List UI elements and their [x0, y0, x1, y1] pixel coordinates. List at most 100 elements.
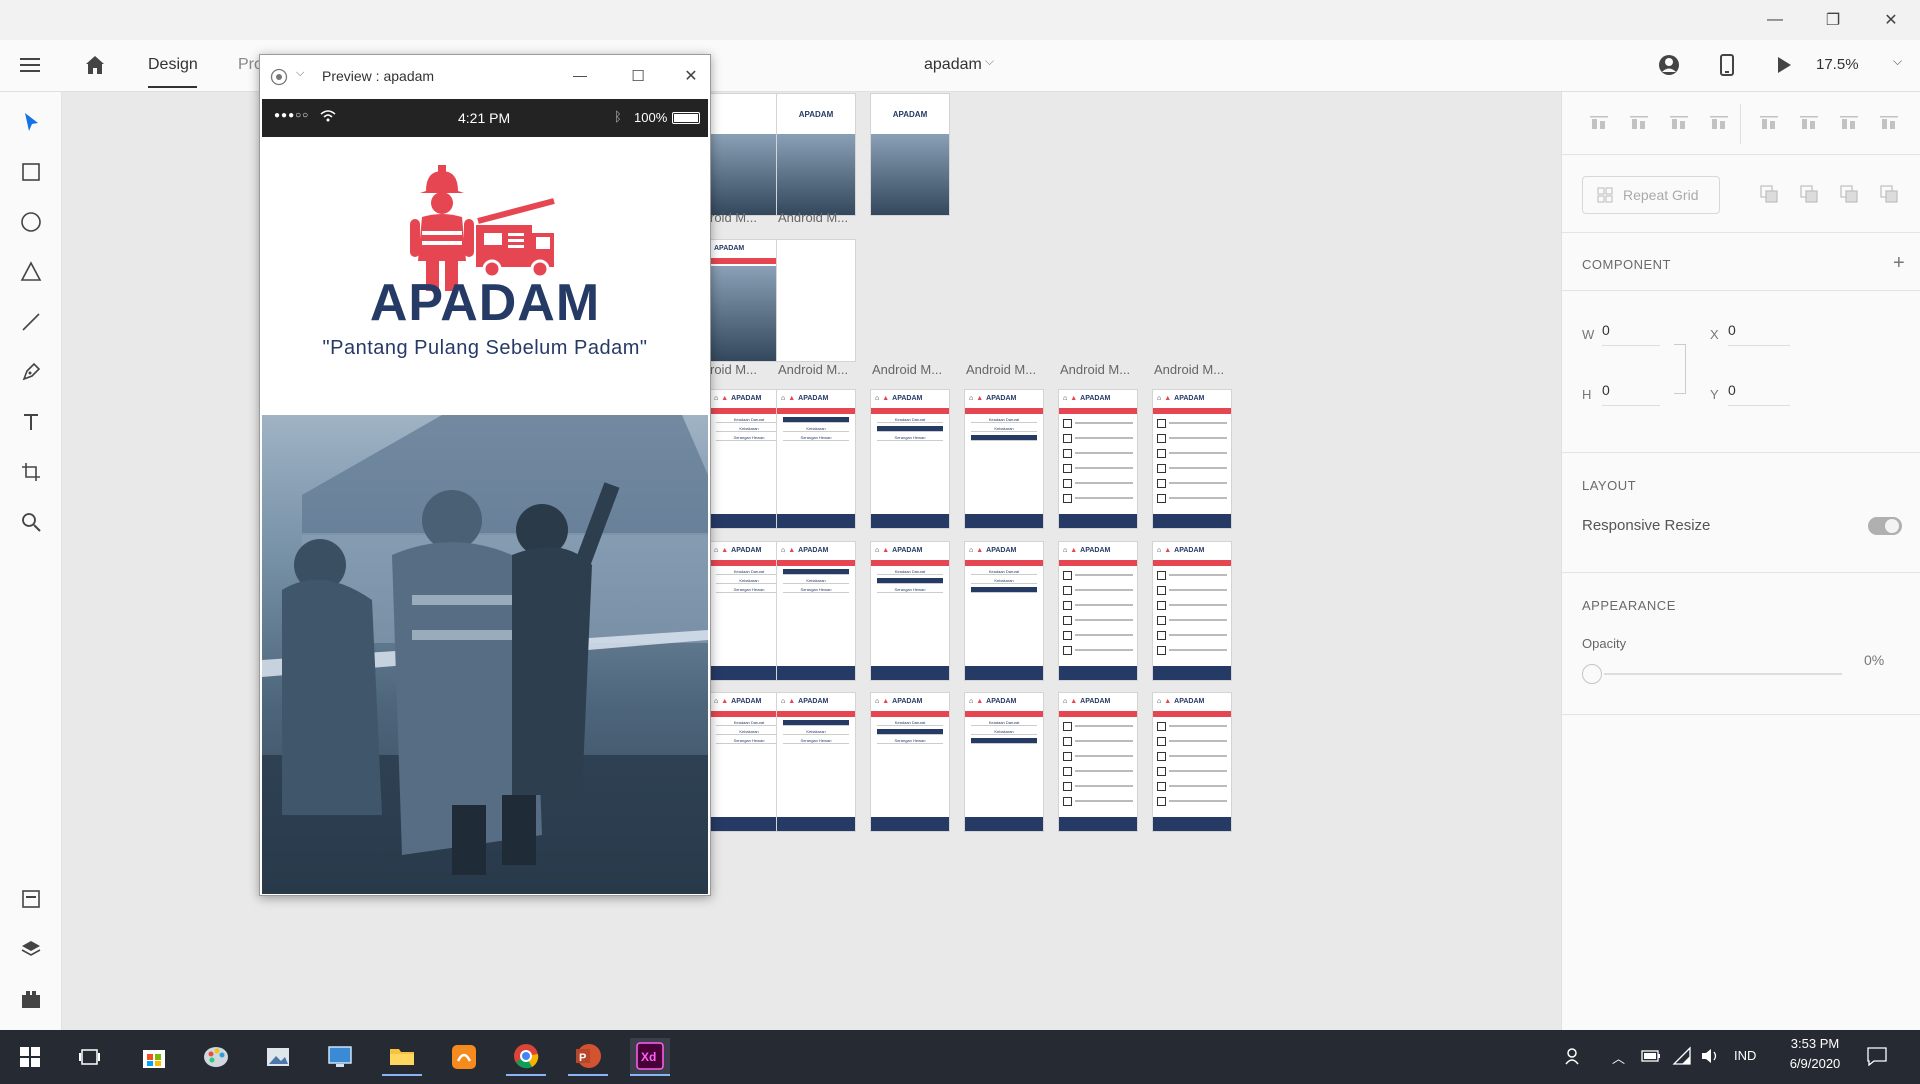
polygon-tool[interactable]	[15, 256, 47, 288]
add-component-button[interactable]: +	[1893, 252, 1905, 275]
preview-window[interactable]: ⌵ Preview : apadam — ☐ ✕ ●●●○○ 4:21 PM ᛒ…	[259, 54, 711, 896]
play-preview-button[interactable]	[1774, 53, 1794, 77]
artboard-menu-screen[interactable]: ⌂ ▲ APADAM Keadaan Darurat Kebakaran Serangan…	[871, 542, 949, 680]
restore-button[interactable]: ❐	[1810, 8, 1856, 32]
repeat-grid-button[interactable]: Repeat Grid	[1582, 176, 1720, 214]
plugins-icon	[22, 991, 40, 1008]
bottom-nav	[1153, 666, 1231, 680]
clock-time[interactable]: 3:53 PM	[1780, 1036, 1850, 1051]
boolean-operation-button[interactable]	[1759, 184, 1779, 204]
menu-item: Kebakaran	[877, 426, 943, 432]
lock-aspect-ratio-button[interactable]	[1674, 344, 1686, 394]
align-button[interactable]	[1879, 114, 1899, 134]
chevron-down-icon[interactable]: ⌵	[985, 54, 994, 69]
ellipse-tool[interactable]	[15, 206, 47, 238]
wifi-tray-icon[interactable]	[1672, 1046, 1692, 1071]
artboard-menu-screen[interactable]: ⌂ ▲ APADAM	[1059, 390, 1137, 528]
assets-panel-button[interactable]	[15, 883, 47, 915]
align-button[interactable]	[1589, 114, 1609, 134]
close-window-button[interactable]: ✕	[1868, 8, 1914, 32]
menu-item: Keadaan Darurat	[971, 417, 1037, 423]
plugins-panel-button[interactable]	[15, 983, 47, 1015]
minimize-button[interactable]: —	[1752, 8, 1798, 32]
width-field[interactable]: 0	[1602, 314, 1660, 346]
chevron-down-icon[interactable]: ⌵	[296, 67, 304, 80]
chevron-up-icon[interactable]: ︿	[1612, 1048, 1625, 1067]
uc-browser-app[interactable]	[444, 1038, 484, 1076]
artboard-login-1[interactable]: APADAM	[777, 94, 855, 215]
preview-minimize-button[interactable]: —	[560, 67, 600, 87]
photos-app[interactable]	[258, 1038, 298, 1076]
file-explorer-app[interactable]	[382, 1038, 422, 1076]
artboard-menu-screen[interactable]: ⌂ ▲ APADAM	[1153, 390, 1231, 528]
artboard-menu-screen[interactable]: ⌂ ▲ APADAM Keadaan Darurat Kebakaran Serangan…	[871, 390, 949, 528]
share-user-button[interactable]	[1657, 53, 1681, 77]
boolean-operation-button[interactable]	[1879, 184, 1899, 204]
select-tool[interactable]	[15, 106, 47, 138]
artboard-menu-screen[interactable]: ⌂ ▲ APADAM	[1059, 542, 1137, 680]
boolean-operation-button[interactable]	[1799, 184, 1819, 204]
line-tool[interactable]	[15, 306, 47, 338]
artboard-login-2[interactable]: APADAM	[871, 94, 949, 215]
clock-date[interactable]: 6/9/2020	[1780, 1056, 1850, 1071]
x-field[interactable]: 0	[1728, 314, 1790, 346]
artboard-tool[interactable]	[15, 456, 47, 488]
responsive-resize-label: Responsive Resize	[1582, 517, 1711, 534]
home-button[interactable]	[83, 53, 107, 77]
powerpoint-app[interactable]: P	[568, 1038, 608, 1076]
artboard-menu-screen[interactable]: ⌂ ▲ APADAM Keadaan Darurat Kebakaran Serangan…	[777, 693, 855, 831]
artboard-menu-screen[interactable]: ⌂ ▲ APADAM Keadaan Darurat Kebakaran Serangan…	[965, 542, 1043, 680]
notification-icon	[1867, 1047, 1887, 1067]
preview-maximize-button[interactable]: ☐	[618, 67, 658, 87]
artboard-menu-screen[interactable]: ⌂ ▲ APADAM	[1153, 542, 1231, 680]
language-indicator[interactable]: IND	[1734, 1048, 1756, 1063]
align-button[interactable]	[1629, 114, 1649, 134]
align-button[interactable]	[1839, 114, 1859, 134]
record-button[interactable]	[270, 68, 288, 86]
start-button[interactable]	[10, 1038, 50, 1076]
zoom-tool[interactable]	[15, 506, 47, 538]
artboard-menu-screen[interactable]: ⌂ ▲ APADAM Keadaan Darurat Kebakaran Serangan…	[871, 693, 949, 831]
boolean-operation-button[interactable]	[1839, 184, 1859, 204]
height-field[interactable]: 0	[1602, 374, 1660, 406]
volume-icon[interactable]	[1700, 1046, 1720, 1071]
people-icon[interactable]	[1564, 1046, 1584, 1071]
task-view-button[interactable]	[70, 1038, 110, 1076]
artboard-menu-screen[interactable]: ⌂ ▲ APADAM	[1059, 693, 1137, 831]
tab-design[interactable]: Design	[148, 56, 198, 74]
opacity-slider-track[interactable]	[1604, 673, 1842, 675]
artboard-menu-screen[interactable]: ⌂ ▲ APADAM Keadaan Darurat Kebakaran Serangan…	[965, 390, 1043, 528]
hamburger-menu-button[interactable]	[20, 55, 42, 75]
layers-panel-button[interactable]	[15, 933, 47, 965]
artboard-menu-screen[interactable]: ⌂ ▲ APADAM Keadaan Darurat Kebakaran Serangan…	[777, 390, 855, 528]
align-button[interactable]	[1669, 114, 1689, 134]
opacity-slider-handle[interactable]	[1582, 664, 1602, 684]
artboard-blank[interactable]	[777, 240, 855, 361]
document-title[interactable]: apadam	[924, 56, 982, 74]
paint-app[interactable]	[196, 1038, 236, 1076]
store-app[interactable]	[134, 1038, 174, 1076]
align-button[interactable]	[1759, 114, 1779, 134]
responsive-resize-toggle[interactable]	[1868, 517, 1902, 535]
align-button[interactable]	[1709, 114, 1729, 134]
artboard-menu-screen[interactable]: ⌂ ▲ APADAM	[1153, 693, 1231, 831]
chrome-app[interactable]	[506, 1038, 546, 1076]
text-tool[interactable]	[15, 406, 47, 438]
zoom-level[interactable]: 17.5%	[1816, 56, 1859, 73]
rectangle-tool[interactable]	[15, 156, 47, 188]
battery-tray-icon[interactable]	[1640, 1047, 1662, 1070]
adobe-xd-app[interactable]: Xd	[630, 1038, 670, 1076]
opacity-label: Opacity	[1582, 636, 1627, 651]
opacity-value[interactable]: 0%	[1864, 652, 1884, 668]
artboard-menu-screen[interactable]: ⌂ ▲ APADAM Keadaan Darurat Kebakaran Serangan…	[777, 542, 855, 680]
pen-tool[interactable]	[15, 356, 47, 388]
computer-app[interactable]	[320, 1038, 360, 1076]
artboard-menu-screen[interactable]: ⌂ ▲ APADAM Keadaan Darurat Kebakaran Serangan…	[965, 693, 1043, 831]
notification-center-button[interactable]	[1866, 1046, 1888, 1071]
preview-close-button[interactable]: ✕	[674, 66, 708, 86]
device-preview-button[interactable]	[1717, 52, 1737, 78]
align-icon	[1670, 116, 1688, 129]
zoom-chevron-down-icon[interactable]: ⌵	[1893, 54, 1902, 69]
align-button[interactable]	[1799, 114, 1819, 134]
y-field[interactable]: 0	[1728, 374, 1790, 406]
